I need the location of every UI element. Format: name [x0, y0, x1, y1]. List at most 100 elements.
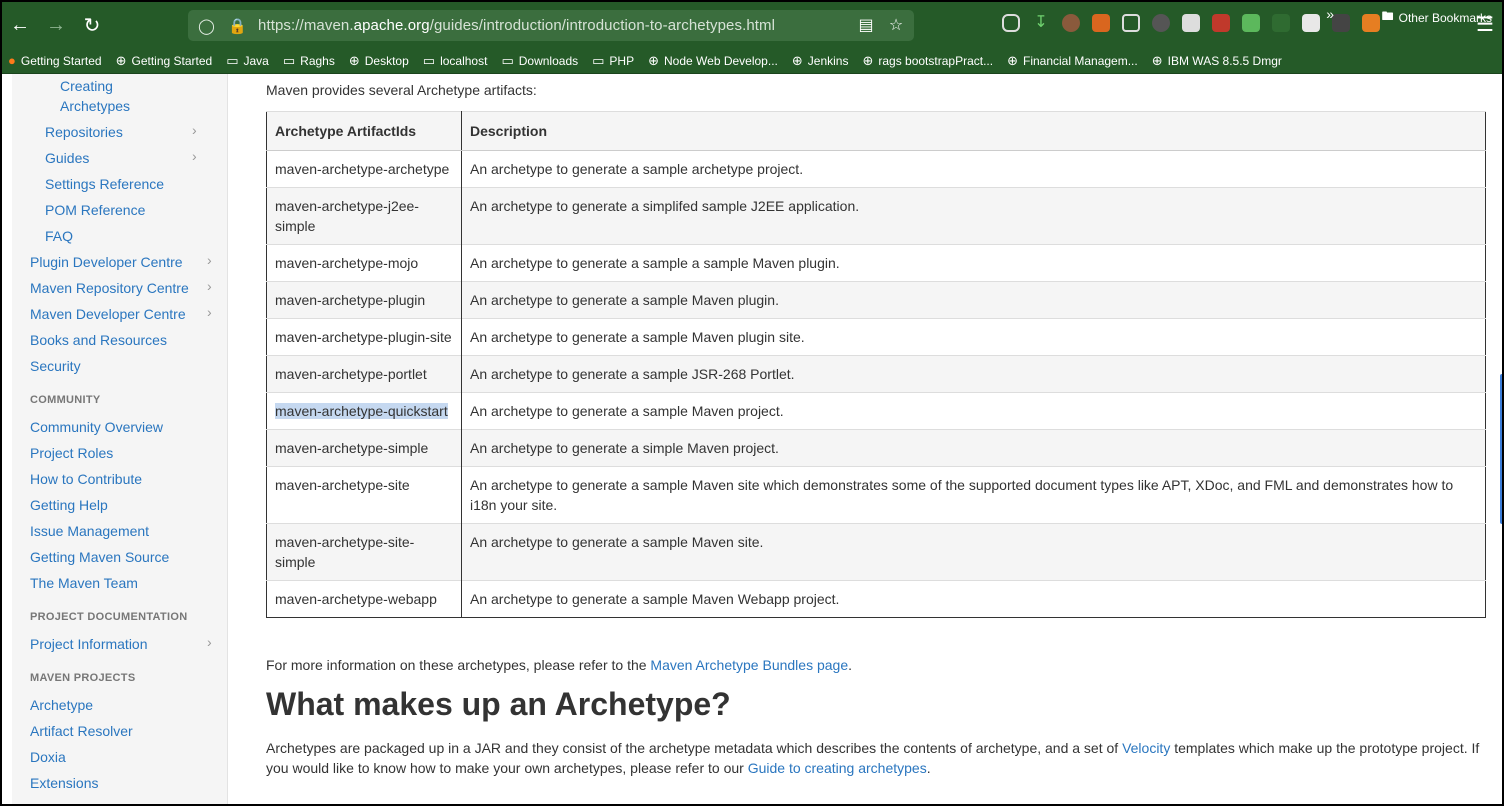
bookmark-item[interactable]: ▭ Raghs: [283, 53, 335, 69]
sidebar-heading-project-documentation: PROJECT DOCUMENTATION: [30, 611, 188, 623]
chevron-right-icon[interactable]: ›: [207, 304, 212, 320]
chevron-right-icon[interactable]: ›: [207, 634, 212, 650]
hidden-extension-icon[interactable]: [1272, 14, 1290, 32]
archetype-id-cell: maven-archetype-site-simple: [266, 523, 462, 581]
bookmark-item[interactable]: ▭ Downloads: [501, 53, 578, 69]
sidebar-item-pom-reference[interactable]: POM Reference: [45, 200, 145, 220]
bookmark-item[interactable]: ⊕ Desktop: [349, 53, 409, 69]
sidebar-heading-maven-projects: MAVEN PROJECTS: [30, 672, 136, 684]
avatar-extension-icon[interactable]: [1062, 14, 1080, 32]
download-icon[interactable]: ↧: [1032, 14, 1050, 32]
dark-extension-icon[interactable]: [1332, 14, 1350, 32]
chevron-right-icon[interactable]: ›: [192, 122, 197, 138]
sidebar-item-faq[interactable]: FAQ: [45, 226, 73, 246]
archetype-id-cell: maven-archetype-archetype: [266, 150, 462, 188]
firefox-icon: ●: [8, 53, 16, 68]
archetype-id-text: maven-archetype-portlet: [275, 366, 427, 382]
sidebar-item-issue-management[interactable]: Issue Management: [30, 521, 149, 541]
book-extension-icon[interactable]: [1182, 14, 1200, 32]
bookmark-star-icon[interactable]: ☆: [886, 15, 906, 35]
bookmark-item[interactable]: ⊕ Financial Managem...: [1007, 53, 1138, 69]
globe-icon: ⊕: [1151, 52, 1163, 68]
shield-icon[interactable]: ◯: [198, 17, 215, 35]
sidebar-item-project-roles[interactable]: Project Roles: [30, 443, 113, 463]
sidebar-item-maven-team[interactable]: The Maven Team: [30, 573, 138, 593]
chevron-right-icon[interactable]: ›: [207, 252, 212, 268]
sidebar-nav: Creating Archetypes Repositories › Guide…: [12, 74, 228, 804]
bookmark-label: IBM WAS 8.5.5 Dmgr: [1167, 53, 1282, 68]
gear-extension-icon[interactable]: [1092, 14, 1110, 32]
sidebar-item-guides[interactable]: Guides: [45, 148, 89, 168]
bookmark-item[interactable]: ⊕ rags bootstrapPract...: [862, 53, 993, 69]
bookmark-item[interactable]: ⊕ Getting Started: [116, 53, 213, 69]
sidebar-item-doxia[interactable]: Doxia: [30, 747, 66, 767]
back-icon[interactable]: ←: [2, 7, 38, 43]
ghost-extension-icon[interactable]: [1152, 14, 1170, 32]
globe-icon: ⊕: [1007, 52, 1018, 68]
sidebar-item-getting-maven-source[interactable]: Getting Maven Source: [30, 547, 169, 567]
url-text[interactable]: https://maven.apache.org/guides/introduc…: [258, 17, 775, 34]
other-bookmarks[interactable]: 🖿 Other Bookmarks: [1382, 7, 1492, 28]
metamask-icon[interactable]: [1362, 14, 1380, 32]
url-bar[interactable]: ◯ 🔒 https://maven.apache.org/guides/intr…: [188, 10, 914, 41]
archetype-description-cell: An archetype to generate a sample Maven …: [461, 580, 1486, 618]
bookmark-item[interactable]: ⊕ Node Web Develop...: [648, 53, 778, 69]
clipboard-icon[interactable]: [1122, 14, 1140, 32]
sidebar-item-artifact-resolver[interactable]: Artifact Resolver: [30, 721, 133, 741]
archetype-id-cell: maven-archetype-simple: [266, 429, 462, 467]
sidebar-item-repositories[interactable]: Repositories: [45, 122, 123, 142]
folder-icon: ▭: [422, 52, 436, 68]
screenshot-extension-icon[interactable]: [1302, 14, 1320, 32]
bookmark-label: Financial Managem...: [1023, 53, 1138, 68]
table-row: maven-archetype-site An archetype to gene…: [266, 466, 1486, 524]
globe-icon: ⊕: [348, 52, 360, 68]
bookmark-item[interactable]: ▭ Java: [226, 53, 269, 69]
sidebar-item-extensions[interactable]: Extensions: [30, 773, 98, 793]
sidebar-item-community-overview[interactable]: Community Overview: [30, 417, 163, 437]
folder-icon: ▭: [282, 52, 296, 68]
scrollbar-thumb[interactable]: [1500, 374, 1502, 524]
guide-creating-archetypes-link[interactable]: Guide to creating archetypes: [748, 760, 927, 776]
sidebar-item-maven-developer-centre[interactable]: Maven Developer Centre: [30, 304, 186, 324]
bookmark-label: Getting Started: [20, 53, 102, 68]
sidebar-item-settings-reference[interactable]: Settings Reference: [45, 174, 164, 194]
sidebar-item-books-and-resources[interactable]: Books and Resources: [30, 330, 167, 350]
sidebar-item-project-information[interactable]: Project Information: [30, 634, 148, 654]
bookmark-item[interactable]: ● Getting Started: [8, 53, 102, 68]
archetype-id-text: maven-archetype-plugin-site: [275, 329, 452, 345]
archetype-table: Archetype ArtifactIds Description maven-…: [266, 111, 1486, 618]
green-extension-icon[interactable]: [1242, 14, 1260, 32]
chevron-right-icon[interactable]: ›: [192, 148, 197, 164]
sidebar-item-getting-help[interactable]: Getting Help: [30, 495, 108, 515]
browser-toolbar: ← → ↻ ◯ 🔒 https://maven.apache.org/guide…: [2, 2, 1502, 48]
sidebar-item-archetype[interactable]: Archetype: [30, 695, 93, 715]
archetype-id-cell: maven-archetype-site: [266, 466, 462, 524]
reader-view-icon[interactable]: ▤: [856, 15, 876, 35]
wand-extension-icon[interactable]: [1212, 14, 1230, 32]
pocket-icon[interactable]: [1002, 14, 1020, 32]
sidebar-item-creating-archetypes-2[interactable]: Archetypes: [60, 96, 130, 116]
sidebar-item-creating-archetypes[interactable]: Creating: [60, 76, 113, 96]
chevron-right-icon[interactable]: ›: [207, 278, 212, 294]
sidebar-item-maven-repository-centre[interactable]: Maven Repository Centre: [30, 278, 189, 298]
archetype-description-cell: An archetype to generate a simplifed sam…: [461, 187, 1486, 245]
archetype-id-cell: maven-archetype-portlet: [266, 355, 462, 393]
sidebar-item-how-to-contribute[interactable]: How to Contribute: [30, 469, 142, 489]
velocity-link[interactable]: Velocity: [1122, 740, 1170, 756]
lock-icon[interactable]: 🔒: [228, 17, 247, 35]
forward-icon[interactable]: →: [38, 7, 74, 43]
archetype-description-cell: An archetype to generate a sample Maven …: [461, 318, 1486, 356]
bookmark-item[interactable]: ▭ localhost: [423, 53, 488, 69]
globe-icon: ⊕: [862, 52, 874, 68]
bookmark-item[interactable]: ▭ PHP: [592, 53, 634, 69]
bookmark-item[interactable]: ⊕ IBM WAS 8.5.5 Dmgr: [1152, 53, 1282, 69]
reload-icon[interactable]: ↻: [74, 7, 110, 43]
archetype-id-cell: maven-archetype-webapp: [266, 580, 462, 618]
sidebar-item-plugin-developer-centre[interactable]: Plugin Developer Centre: [30, 252, 183, 272]
globe-icon: ⊕: [115, 52, 127, 68]
bookmark-item[interactable]: ⊕ Jenkins: [792, 53, 849, 69]
bookmarks-overflow-icon[interactable]: »: [1326, 6, 1334, 22]
sidebar-item-security[interactable]: Security: [30, 356, 81, 376]
archetype-id-text: maven-archetype-webapp: [275, 591, 437, 607]
archetype-bundles-link[interactable]: Maven Archetype Bundles page: [650, 657, 848, 673]
